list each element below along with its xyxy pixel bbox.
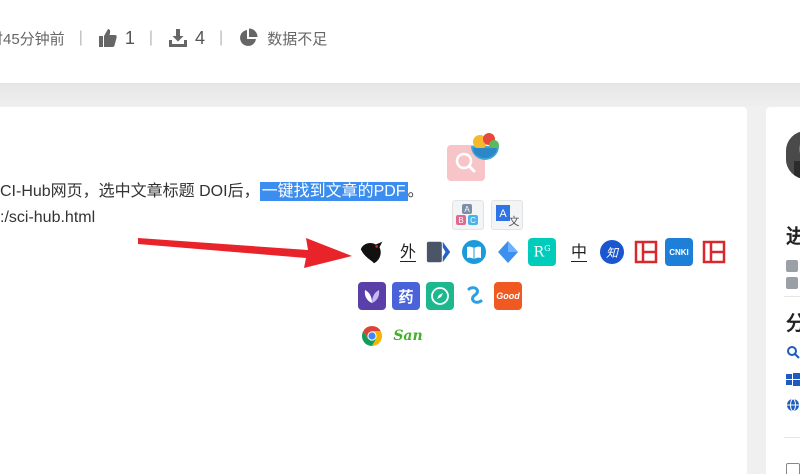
extension-logo-icon[interactable] [467, 130, 503, 166]
forward-arrow-icon[interactable] [425, 238, 453, 266]
article-meta-bar: 时45分钟前 | 1 | 4 | 数据不足 [0, 0, 800, 84]
zhi-label: 知 [600, 240, 624, 264]
red-grid-icon[interactable] [632, 238, 660, 266]
zhi-icon[interactable]: 知 [598, 238, 626, 266]
red-arrow-icon [138, 238, 352, 268]
cnki-label: CNKI [669, 247, 689, 257]
wai-label: 外 [399, 241, 416, 262]
text-suffix: 。 [407, 183, 424, 200]
divider: | [148, 29, 154, 46]
likes-count: 1 [124, 27, 135, 48]
good-label: Good [496, 291, 520, 301]
page-gap [0, 84, 800, 106]
svg-text:B: B [458, 216, 463, 225]
divider [784, 296, 800, 297]
san-label: San [393, 328, 423, 344]
divider [784, 437, 800, 438]
sidebar-square-icon [786, 277, 798, 289]
red-grid-icon-2[interactable] [700, 238, 728, 266]
svg-text:A: A [499, 208, 507, 220]
sidebar-heading: 分 [786, 313, 800, 335]
status-text: 数据不足 [267, 30, 328, 48]
diamond-icon[interactable] [494, 238, 522, 266]
sidebar-square-icon [786, 260, 798, 272]
good-icon[interactable]: Good [494, 282, 522, 310]
leaf-icon[interactable] [358, 282, 386, 310]
article-text-line: CI-Hub网页，选中文章标题 DOI后， 一键找到文章的PDF。 [0, 177, 424, 201]
cnki-icon[interactable]: CNKI [665, 238, 693, 266]
yao-label: 药 [398, 288, 414, 306]
avatar[interactable] [786, 131, 800, 179]
translate-button[interactable]: A 文 [491, 200, 523, 230]
thumbs-up-icon[interactable] [97, 27, 119, 49]
scihub-raven-icon[interactable] [358, 238, 386, 266]
san-icon[interactable]: San [392, 322, 424, 350]
sidebar-heading: 进 [786, 226, 800, 248]
selected-text[interactable]: 一键找到文章的PDF [259, 182, 408, 201]
link-loop-icon[interactable] [460, 282, 488, 310]
rg-label: R [533, 244, 545, 261]
sidebar-checkbox[interactable] [786, 463, 800, 474]
researchgate-icon[interactable]: RG [528, 238, 556, 266]
svg-text:C: C [470, 216, 476, 225]
wai-icon[interactable]: 外 [394, 238, 422, 266]
time-ago: 时45分钟前 [0, 30, 65, 48]
rg-sup: G [544, 243, 551, 253]
zhong-icon[interactable]: 中 [565, 238, 593, 266]
svg-text:文: 文 [509, 214, 520, 228]
pie-chart-icon [237, 27, 259, 49]
divider: | [78, 29, 83, 46]
meta-row: 时45分钟前 | 1 | 4 | 数据不足 [0, 27, 327, 49]
chrome-icon[interactable] [358, 322, 386, 350]
compass-icon[interactable] [426, 282, 454, 310]
search-icon[interactable] [786, 345, 800, 359]
downloads-count: 4 [195, 27, 206, 48]
article-link-line[interactable]: :/sci-hub.html [0, 209, 95, 227]
globe-icon[interactable] [786, 398, 800, 412]
download-icon[interactable] [167, 27, 189, 49]
zhong-label: 中 [570, 241, 587, 262]
open-book-icon[interactable] [460, 238, 488, 266]
windows-icon[interactable] [786, 373, 800, 387]
divider: | [219, 29, 224, 46]
sidebar-card: 进 分 [766, 107, 800, 474]
yao-icon[interactable]: 药 [392, 282, 420, 310]
text-prefix: CI-Hub网页，选中文章标题 DOI后， [0, 183, 260, 200]
abc-translate-button[interactable]: A B C [452, 200, 484, 230]
svg-text:A: A [464, 205, 470, 214]
